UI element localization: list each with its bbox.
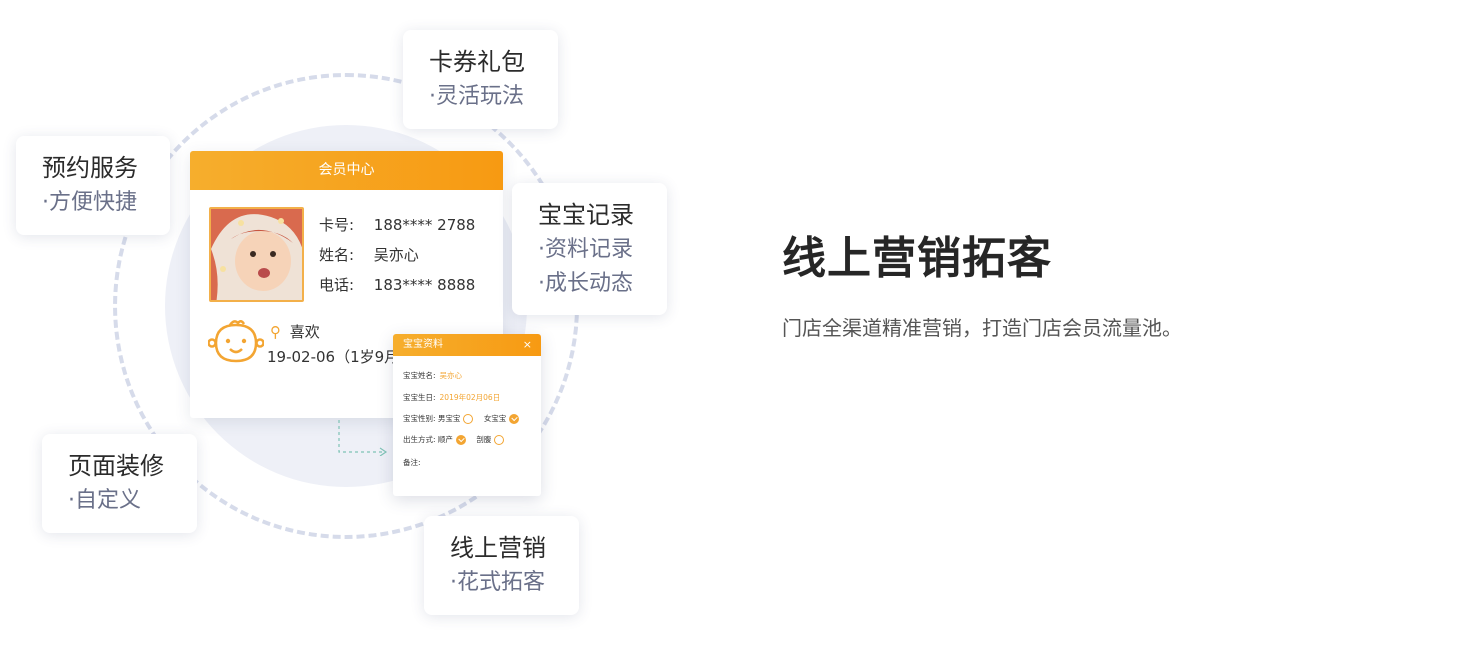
tag-title: 卡券礼包 xyxy=(429,48,525,76)
card-number-value: 188**** 2788 xyxy=(373,216,476,234)
card-number-label: 卡号: xyxy=(319,216,355,234)
phone-row: 电话: 183**** 8888 xyxy=(319,273,475,303)
baby-name-row: 宝宝姓名: 吴亦心 xyxy=(403,370,462,381)
note-label: 备注: xyxy=(403,458,421,467)
tag-title: 宝宝记录 xyxy=(538,201,634,229)
tag-title: 预约服务 xyxy=(42,154,138,182)
member-info: 卡号: 188**** 2788 姓名: 吴亦心 电话: 183**** 888… xyxy=(319,213,475,303)
birth-mode-natural-label: 顺产 xyxy=(437,435,453,444)
baby-gender-label: 宝宝性别: xyxy=(403,414,436,423)
birth-mode-label: 出生方式: xyxy=(403,435,436,444)
baby-name-label: 宝宝姓名: xyxy=(403,371,436,380)
flow-arrow-icon xyxy=(338,420,388,456)
tag-subtitle: ·资料记录 xyxy=(538,237,633,262)
name-label: 姓名: xyxy=(319,246,355,264)
gender-female-radio[interactable] xyxy=(509,414,520,424)
baby-face-icon xyxy=(208,320,264,363)
tag-title: 线上营销 xyxy=(450,534,546,562)
feature-tag-booking: 预约服务 ·方便快捷 xyxy=(16,136,170,235)
birth-mode-csection-label: 剖腹 xyxy=(476,435,492,444)
section-description: 门店全渠道精准营销，打造门店会员流量池。 xyxy=(782,316,1182,340)
baby-name-value: 吴亦心 xyxy=(439,371,463,380)
name-row: 姓名: 吴亦心 xyxy=(319,243,475,273)
tag-subtitle: ·方便快捷 xyxy=(42,190,137,215)
gender-male-radio[interactable] xyxy=(463,414,474,424)
tag-subtitle: ·自定义 xyxy=(68,488,141,513)
tag-title: 页面装修 xyxy=(68,452,164,480)
feature-illustration: 会员中心 卡号: 188**** 2788 姓名: 吴亦心 电话: 183***… xyxy=(0,0,720,657)
tag-subtitle: ·花式拓客 xyxy=(450,570,545,595)
baby-birthday-row: 宝宝生日: 2019年02月06日 xyxy=(403,392,500,403)
feature-tag-decoration: 页面装修 ·自定义 xyxy=(42,434,197,533)
like-label: 喜欢 xyxy=(289,323,320,341)
feature-tag-baby-record: 宝宝记录 ·资料记录 ·成长动态 xyxy=(512,183,667,315)
birth-text: 19-02-06（1岁9月 xyxy=(267,348,400,366)
section-title: 线上营销拓客 xyxy=(782,233,1052,284)
gender-female-label: 女宝宝 xyxy=(483,414,507,423)
baby-photo xyxy=(209,207,304,302)
rattle-icon: ⚲ xyxy=(270,323,281,341)
phone-label: 电话: xyxy=(319,276,355,294)
tag-subtitle: ·成长动态 xyxy=(538,271,633,296)
birth-mode-csection-radio[interactable] xyxy=(494,435,505,445)
baby-info-popup: 宝宝资料 × 宝宝姓名: 吴亦心 宝宝生日: 2019年02月06日 宝宝性别: 男… xyxy=(393,334,541,496)
feature-tag-coupon: 卡券礼包 ·灵活玩法 xyxy=(403,30,558,129)
tag-subtitle: ·灵活玩法 xyxy=(429,84,524,109)
member-card-header: 会员中心 xyxy=(190,151,503,190)
phone-value: 183**** 8888 xyxy=(373,276,476,294)
close-icon[interactable]: × xyxy=(523,334,532,356)
note-row: 备注: xyxy=(403,457,421,468)
gender-male-label: 男宝宝 xyxy=(437,414,461,423)
baby-popup-header: 宝宝资料 × xyxy=(393,334,541,356)
birth-mode-row: 出生方式: 顺产 剖腹 xyxy=(403,434,512,445)
like-row: ⚲ 喜欢 xyxy=(270,321,320,342)
popup-title: 宝宝资料 xyxy=(403,339,443,350)
baby-gender-row: 宝宝性别: 男宝宝 女宝宝 xyxy=(403,413,527,424)
name-value: 吴亦心 xyxy=(373,246,419,264)
baby-birthday-value: 2019年02月06日 xyxy=(439,393,501,402)
birth-mode-natural-radio[interactable] xyxy=(455,435,466,445)
baby-birthday-label: 宝宝生日: xyxy=(403,393,436,402)
feature-tag-online-marketing: 线上营销 ·花式拓客 xyxy=(424,516,579,615)
card-number-row: 卡号: 188**** 2788 xyxy=(319,213,475,243)
